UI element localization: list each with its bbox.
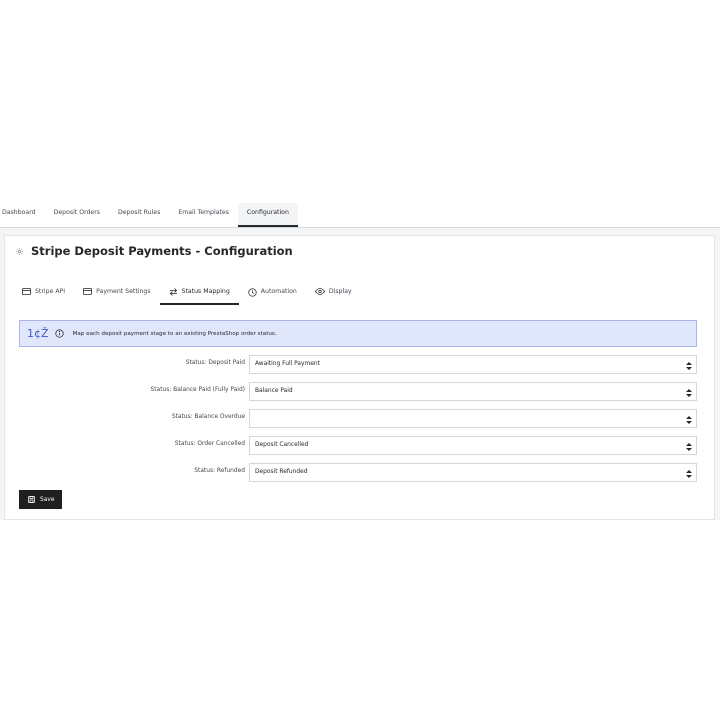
card-header: Stripe Deposit Payments - Configuration <box>15 244 293 258</box>
info-icon <box>54 329 64 338</box>
configuration-card: Stripe Deposit Payments - Configuration … <box>4 235 715 520</box>
field-label: Status: Balance Overdue <box>171 414 245 420</box>
select-caret-icon <box>686 415 692 424</box>
alert-message: Map each deposit payment stage to an exi… <box>72 330 277 337</box>
settings-tabs: Stripe API Payment Settings Status Mappi… <box>13 281 361 305</box>
save-disk-icon <box>28 496 35 503</box>
swap-arrows-icon <box>169 288 178 296</box>
select-value: Deposit Cancelled <box>255 442 309 448</box>
form-row-order-cancelled: Status: Order Cancelled Deposit Cancelle… <box>5 436 716 455</box>
select-value: Deposit Refunded <box>255 469 308 475</box>
tab-label: Status Mapping <box>181 288 230 295</box>
clock-icon <box>248 288 257 297</box>
tab-label: Stripe API <box>35 288 66 295</box>
select-caret-icon <box>686 442 692 451</box>
form-row-deposit-paid: Status: Deposit Paid Awaiting Full Payme… <box>5 355 716 374</box>
tab-label: Automation <box>260 288 297 295</box>
status-select-refunded[interactable]: Deposit Refunded <box>249 463 697 482</box>
tab-deposit-rules[interactable]: Deposit Rules <box>109 203 169 227</box>
tab-label: Display <box>328 288 352 295</box>
tab-status-mapping[interactable]: Status Mapping <box>159 281 239 305</box>
field-label: Status: Deposit Paid <box>185 360 245 366</box>
info-alert: 1¢Ž Map each deposit payment stage to an… <box>19 320 697 347</box>
select-value: Balance Paid <box>255 388 293 394</box>
tab-automation[interactable]: Automation <box>239 281 306 305</box>
tab-email-templates[interactable]: Email Templates <box>169 203 238 227</box>
tab-dashboard[interactable]: Dashboard <box>0 203 45 227</box>
status-select-balance-overdue[interactable] <box>249 409 697 428</box>
select-caret-icon <box>686 388 692 397</box>
page-title: Stripe Deposit Payments - Configuration <box>31 244 293 258</box>
status-select-order-cancelled[interactable]: Deposit Cancelled <box>249 436 697 455</box>
select-value: Awaiting Full Payment <box>255 361 320 367</box>
form-row-balance-overdue: Status: Balance Overdue <box>5 409 716 428</box>
top-navigation-tabs: Dashboard Deposit Orders Deposit Rules E… <box>0 203 720 228</box>
tab-display[interactable]: Display <box>306 281 361 305</box>
credit-card-icon <box>83 288 93 295</box>
field-label: Status: Order Cancelled <box>174 441 245 447</box>
tab-payment-settings[interactable]: Payment Settings <box>74 281 159 305</box>
form-row-balance-paid: Status: Balance Paid (Fully Paid) Balanc… <box>5 382 716 401</box>
alert-glyph: 1¢Ž <box>27 327 49 340</box>
save-button-label: Save <box>40 496 55 503</box>
field-label: Status: Refunded <box>194 468 245 474</box>
tab-label: Payment Settings <box>96 288 151 295</box>
select-caret-icon <box>686 361 692 370</box>
select-caret-icon <box>686 469 692 478</box>
field-label: Status: Balance Paid (Fully Paid) <box>150 387 245 393</box>
status-select-deposit-paid[interactable]: Awaiting Full Payment <box>249 355 697 374</box>
form-row-refunded: Status: Refunded Deposit Refunded <box>5 463 716 482</box>
status-select-balance-paid[interactable]: Balance Paid <box>249 382 697 401</box>
credit-card-icon <box>22 288 31 295</box>
eye-icon <box>314 288 325 295</box>
save-button[interactable]: Save <box>19 490 62 509</box>
tab-configuration[interactable]: Configuration <box>237 203 298 227</box>
tab-deposit-orders[interactable]: Deposit Orders <box>45 203 109 227</box>
gear-icon <box>15 247 24 256</box>
tab-stripe-api[interactable]: Stripe API <box>13 281 74 305</box>
